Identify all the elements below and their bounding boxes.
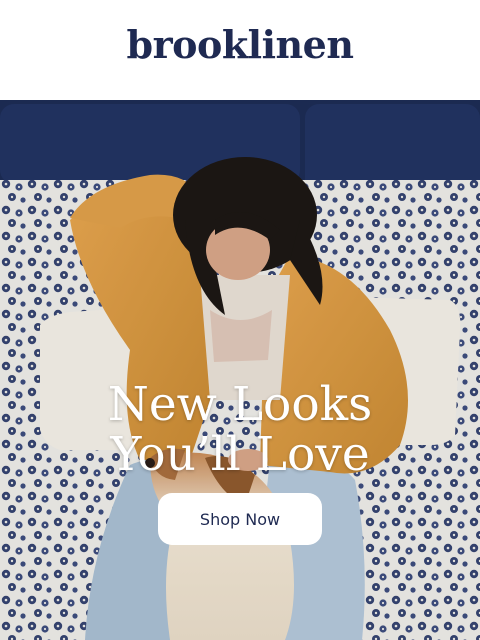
headline-line-2: You’ll Love <box>110 427 370 482</box>
hero-banner[interactable]: New Looks You’ll Love Shop Now <box>0 100 480 640</box>
email-header: brooklinen <box>0 0 480 100</box>
brand-logo[interactable]: brooklinen <box>0 22 480 67</box>
shop-now-button[interactable]: Shop Now <box>158 493 322 545</box>
hero-headline: New Looks You’ll Love <box>0 380 480 480</box>
hero-photo <box>0 100 480 640</box>
headline-line-1: New Looks <box>107 377 373 432</box>
